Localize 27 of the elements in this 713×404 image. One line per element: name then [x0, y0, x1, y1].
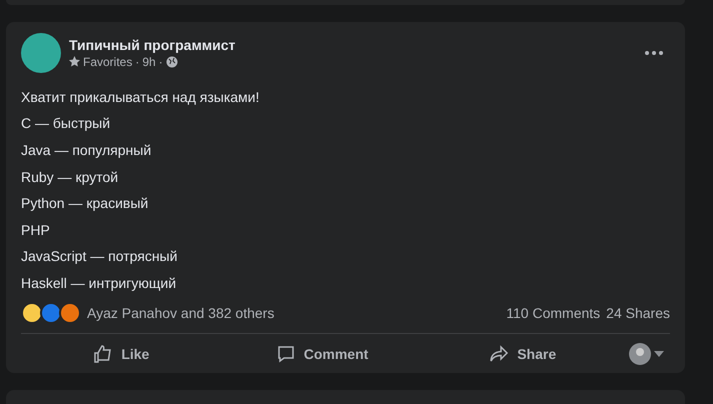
thumbs-up-icon [93, 344, 114, 364]
post-text-line: Haskell — интригующий [21, 274, 178, 293]
separator: · [135, 54, 140, 69]
comments-count[interactable]: 110 Comments [506, 304, 600, 321]
avatar[interactable] [21, 32, 61, 73]
audience-label[interactable]: Favorites [83, 54, 132, 69]
share-button[interactable]: Share [422, 336, 624, 372]
post-text-line: PHP [21, 220, 51, 240]
post-text-line: JavaScript — потрясный [21, 247, 178, 266]
like-button[interactable]: Like [21, 336, 222, 372]
shares-count[interactable]: 24 Shares [606, 304, 670, 321]
author-name[interactable]: Типичный программист [69, 36, 636, 53]
post-text-line: Хватит прикалываться над языками! [21, 88, 260, 107]
caret-icon [654, 350, 664, 357]
share-arrow-icon [489, 344, 510, 364]
post-text-line: Python — красивый [21, 194, 150, 214]
post-time[interactable]: 9h [142, 54, 156, 69]
post-text-line: Java — популярный [21, 140, 152, 160]
reactions-count[interactable]: Ayaz Panahov and 382 others [87, 304, 500, 321]
speech-bubble-icon [276, 344, 296, 364]
star-icon [69, 56, 80, 68]
post-text-line: C — быстрый [21, 114, 112, 134]
separator: · [158, 54, 163, 69]
more-options-icon[interactable] [644, 50, 664, 56]
profile-icon [629, 342, 652, 365]
comment-button[interactable]: Comment [222, 336, 422, 372]
post-text-line: Ruby — крутой [21, 168, 120, 187]
